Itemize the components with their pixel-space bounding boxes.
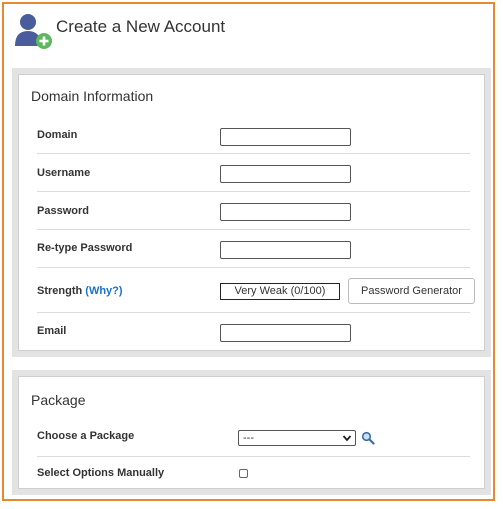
package-panel: Package Choose a Package --- Select Opti…: [12, 370, 491, 495]
domain-information-box: Domain Information Domain Username Passw…: [18, 74, 485, 351]
email-label: Email: [37, 325, 67, 337]
select-options-manually-label: Select Options Manually: [37, 467, 165, 479]
strength-label-text: Strength: [37, 285, 83, 297]
strength-row: Strength (Why?) Very Weak (0/100) Passwo…: [37, 268, 475, 313]
package-box: Package Choose a Package --- Select Opti…: [18, 376, 485, 489]
choose-package-row: Choose a Package ---: [37, 420, 470, 457]
create-account-frame: Create a New Account Domain Information …: [2, 2, 495, 501]
password-strength-meter: Very Weak (0/100): [220, 283, 340, 300]
retype-password-label: Re-type Password: [37, 242, 133, 254]
domain-input[interactable]: [220, 128, 351, 146]
search-icon[interactable]: [361, 431, 375, 445]
password-label: Password: [37, 205, 89, 217]
email-input[interactable]: [220, 324, 351, 342]
retype-password-input[interactable]: [220, 241, 351, 259]
email-row: Email: [37, 313, 470, 353]
domain-row: Domain: [37, 115, 470, 154]
password-generator-button[interactable]: Password Generator: [348, 278, 475, 304]
page-title: Create a New Account: [56, 17, 226, 36]
password-row: Password: [37, 192, 470, 230]
choose-package-label: Choose a Package: [37, 430, 135, 442]
username-label: Username: [37, 167, 91, 179]
package-title: Package: [31, 392, 86, 408]
select-options-manually-row: Select Options Manually: [37, 457, 470, 491]
strength-label: Strength (Why?): [37, 285, 123, 297]
domain-information-panel: Domain Information Domain Username Passw…: [12, 68, 491, 357]
select-options-manually-checkbox[interactable]: [239, 469, 248, 478]
password-input[interactable]: [220, 203, 351, 221]
retype-password-row: Re-type Password: [37, 230, 470, 268]
package-select[interactable]: ---: [238, 430, 356, 446]
username-input[interactable]: [220, 165, 351, 183]
domain-label: Domain: [37, 129, 78, 141]
chevron-down-icon: [342, 435, 352, 442]
why-link[interactable]: (Why?): [85, 285, 122, 297]
package-select-value: ---: [243, 432, 254, 444]
username-row: Username: [37, 154, 470, 192]
user-add-icon: [15, 14, 52, 49]
domain-information-title: Domain Information: [31, 88, 154, 104]
